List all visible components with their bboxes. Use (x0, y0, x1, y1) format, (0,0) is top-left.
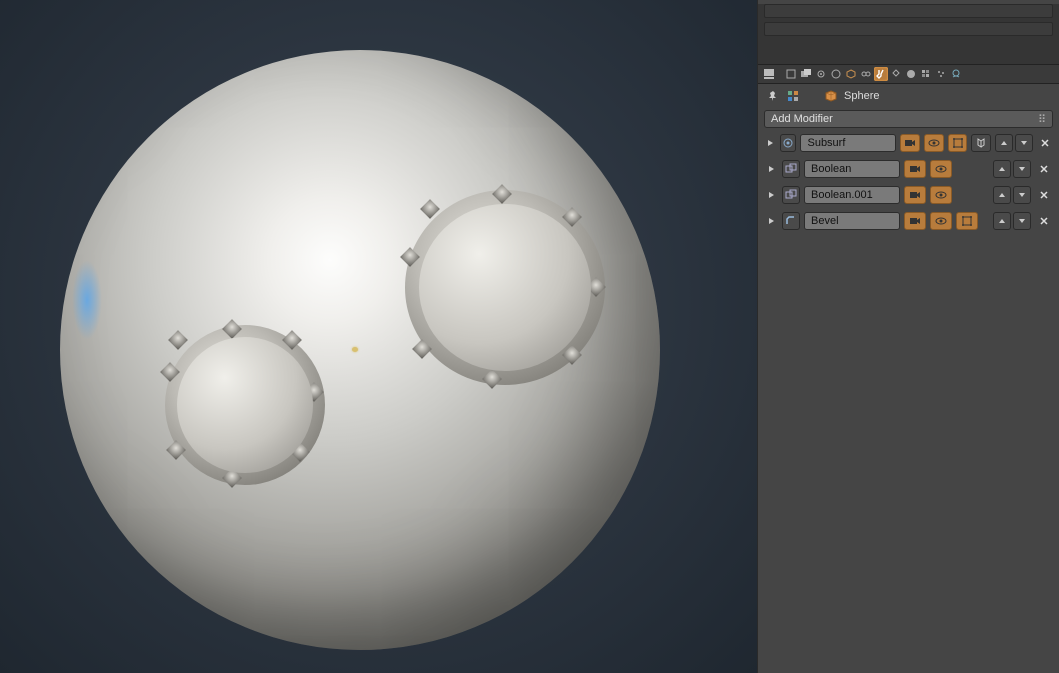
render-visibility-toggle[interactable] (904, 186, 926, 204)
expand-toggle[interactable] (764, 162, 778, 176)
move-down-button[interactable] (1013, 212, 1031, 230)
modifier-row-boolean: Boolean (764, 158, 1053, 180)
move-up-button[interactable] (993, 212, 1011, 230)
tab-particles[interactable] (934, 67, 948, 81)
tab-object[interactable] (844, 67, 858, 81)
tab-physics[interactable] (949, 67, 963, 81)
mesh-cube-icon (824, 89, 838, 103)
tab-world[interactable] (829, 67, 843, 81)
delete-modifier-button[interactable] (1037, 134, 1053, 152)
viewport-3d[interactable] (0, 0, 757, 673)
delete-modifier-button[interactable] (1035, 186, 1053, 204)
tab-render[interactable] (784, 67, 798, 81)
move-up-button[interactable] (993, 186, 1011, 204)
realtime-visibility-toggle[interactable] (924, 134, 944, 152)
bevel-icon (782, 212, 800, 230)
boolean-icon (782, 160, 800, 178)
properties-panel: Sphere Add Modifier ⠿ Subsurf Boolean Bool… (757, 0, 1059, 673)
context-toggle-icon[interactable] (786, 89, 800, 103)
move-up-button[interactable] (995, 134, 1013, 152)
dropdown-icon: ⠿ (1038, 113, 1046, 126)
tab-render-layers[interactable] (799, 67, 813, 81)
tab-constraints[interactable] (859, 67, 873, 81)
tab-object-data[interactable] (889, 67, 903, 81)
cage-toggle[interactable] (971, 134, 991, 152)
editmode-visibility-toggle[interactable] (948, 134, 968, 152)
reflection-highlight (72, 260, 102, 340)
tab-material[interactable] (904, 67, 918, 81)
modifier-name-field[interactable]: Boolean (804, 160, 900, 178)
outliner-collapsed[interactable] (758, 4, 1059, 64)
add-modifier-dropdown[interactable]: Add Modifier ⠿ (764, 110, 1053, 128)
editmode-visibility-toggle[interactable] (956, 212, 978, 230)
rendered-sphere (60, 50, 660, 650)
modifier-name-field[interactable]: Bevel (804, 212, 900, 230)
modifier-row-subsurf: Subsurf (764, 132, 1053, 154)
boolean-icon (782, 186, 800, 204)
move-down-button[interactable] (1013, 186, 1031, 204)
modifier-name-field[interactable]: Subsurf (800, 134, 896, 152)
modifier-row-bevel: Bevel (764, 210, 1053, 232)
object-name-label: Sphere (844, 90, 879, 102)
pin-icon[interactable] (766, 89, 780, 103)
cursor-3d[interactable] (352, 347, 358, 352)
move-down-button[interactable] (1015, 134, 1033, 152)
expand-toggle[interactable] (764, 188, 778, 202)
modifier-stack: Subsurf Boolean Boolean.001 Bevel (758, 132, 1059, 232)
render-visibility-toggle[interactable] (904, 212, 926, 230)
tab-modifiers[interactable] (874, 67, 888, 81)
realtime-visibility-toggle[interactable] (930, 160, 952, 178)
context-breadcrumb: Sphere (758, 84, 1059, 108)
subsurf-icon (780, 134, 796, 152)
boolean-hole-right (405, 190, 605, 385)
render-visibility-toggle[interactable] (900, 134, 920, 152)
tab-texture[interactable] (919, 67, 933, 81)
properties-tabs (758, 64, 1059, 84)
move-up-button[interactable] (993, 160, 1011, 178)
expand-toggle[interactable] (764, 136, 776, 150)
modifier-row-boolean-001: Boolean.001 (764, 184, 1053, 206)
tab-scene[interactable] (814, 67, 828, 81)
boolean-hole-left (165, 325, 325, 485)
editor-type-icon[interactable] (762, 67, 776, 81)
realtime-visibility-toggle[interactable] (930, 186, 952, 204)
realtime-visibility-toggle[interactable] (930, 212, 952, 230)
move-down-button[interactable] (1013, 160, 1031, 178)
modifier-name-field[interactable]: Boolean.001 (804, 186, 900, 204)
expand-toggle[interactable] (764, 214, 778, 228)
add-modifier-label: Add Modifier (771, 113, 833, 125)
delete-modifier-button[interactable] (1035, 212, 1053, 230)
render-visibility-toggle[interactable] (904, 160, 926, 178)
delete-modifier-button[interactable] (1035, 160, 1053, 178)
